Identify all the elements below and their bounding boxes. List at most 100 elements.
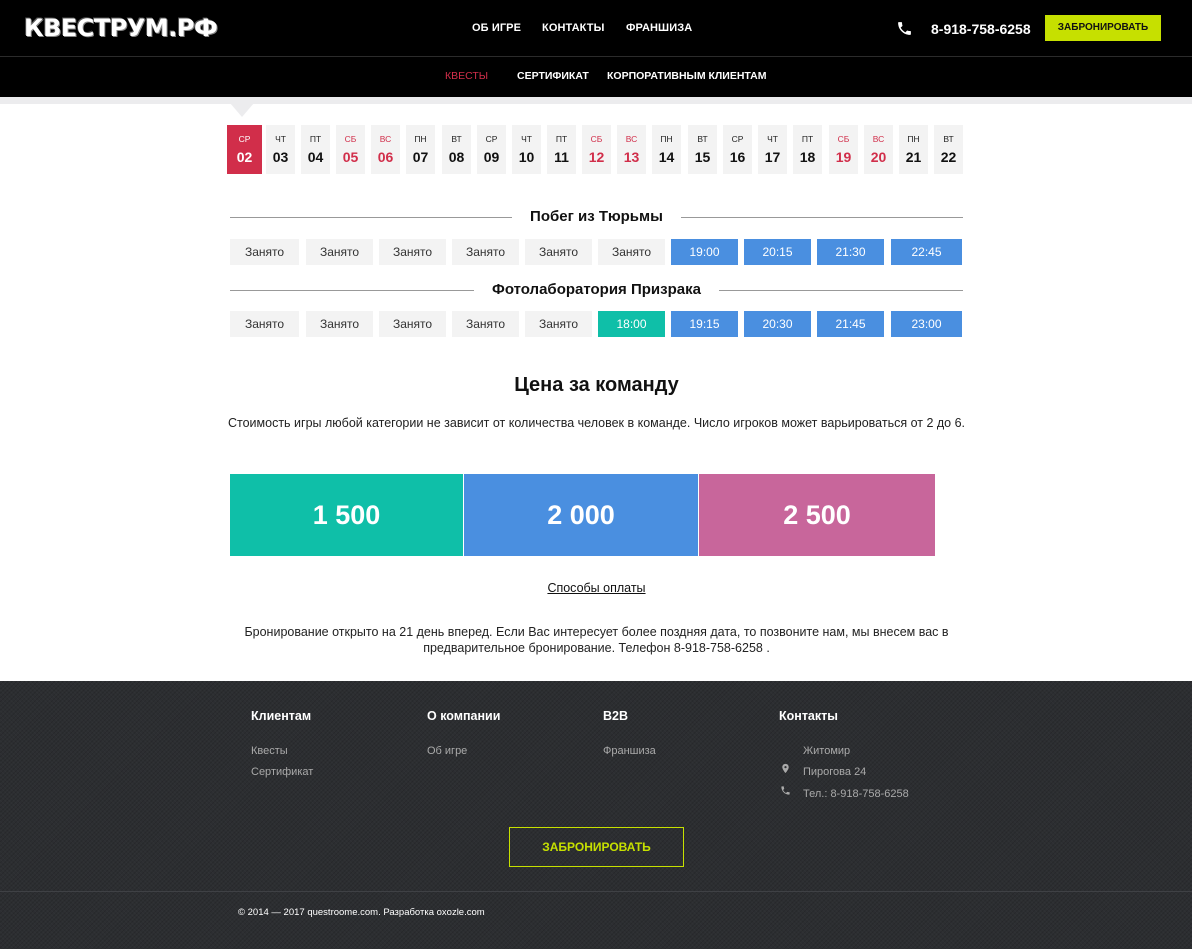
price-tier-2: 2 000	[464, 474, 698, 556]
calendar-weekday: сб	[344, 134, 357, 144]
price-heading: Цена за команду	[514, 374, 679, 396]
booked-slot: Занято	[598, 239, 665, 265]
calendar-date: 03	[272, 149, 289, 165]
calendar-day[interactable]: пн 07	[406, 125, 435, 174]
calendar-date: 20	[870, 149, 887, 165]
calendar-weekday: вс	[379, 134, 392, 144]
copyright: © 2014 — 2017 questroome.com. Разработка…	[238, 907, 485, 918]
calendar-date: 04	[307, 149, 324, 165]
booked-slot: Занято	[230, 239, 299, 265]
calendar-weekday: сб	[590, 134, 603, 144]
calendar-day[interactable]: ср 02	[227, 125, 262, 174]
header-phone[interactable]: 8-918-758-6258	[931, 19, 1031, 39]
calendar-day[interactable]: пт 04	[301, 125, 330, 174]
footer-heading-clients: Клиентам	[251, 709, 312, 723]
time-slot-button[interactable]: 19:15	[671, 311, 738, 337]
calendar-weekday: сб	[837, 134, 850, 144]
calendar-weekday: пн	[660, 134, 673, 144]
calendar-date: 19	[835, 149, 852, 165]
calendar-day[interactable]: ср 09	[477, 125, 506, 174]
calendar-date: 13	[623, 149, 640, 165]
calendar-date: 08	[448, 149, 465, 165]
subnav-quests[interactable]: Квесты	[445, 57, 488, 97]
calendar-day[interactable]: вс 13	[617, 125, 646, 174]
booked-slot: Занято	[306, 239, 373, 265]
calendar-date: 21	[905, 149, 922, 165]
booking-note: Бронирование открыто на 21 день вперед. …	[244, 625, 949, 655]
calendar-weekday: пт	[555, 134, 568, 144]
booked-slot: Занято	[379, 239, 446, 265]
footer-link-certificate[interactable]: Сертификат	[251, 765, 313, 779]
site-logo[interactable]: КВЕСТРУМ.РФ	[24, 13, 218, 43]
calendar-day[interactable]: сб 19	[829, 125, 858, 174]
location-pin-icon	[782, 763, 789, 774]
calendar-weekday: пн	[907, 134, 920, 144]
calendar-day[interactable]: чт 03	[266, 125, 295, 174]
calendar-date: 17	[764, 149, 781, 165]
nav-about-game[interactable]: Об игре	[472, 0, 521, 57]
time-slot-button[interactable]: 22:45	[891, 239, 962, 265]
booked-slot: Занято	[452, 239, 519, 265]
calendar-weekday: ср	[238, 134, 251, 144]
calendar-day[interactable]: чт 10	[512, 125, 541, 174]
time-slot-button[interactable]: 20:30	[744, 311, 811, 337]
booked-slot: Занято	[230, 311, 299, 337]
calendar-day[interactable]: вт 22	[934, 125, 963, 174]
header-book-button[interactable]: Забронировать	[1045, 15, 1161, 41]
top-header: КВЕСТРУМ.РФ Об игре Контакты Франшиза 8-…	[0, 0, 1192, 57]
time-slot-button[interactable]: 19:00	[671, 239, 738, 265]
calendar-day[interactable]: пн 14	[652, 125, 681, 174]
payment-methods-link[interactable]: Способы оплаты	[230, 580, 963, 596]
time-slot-button[interactable]: 23:00	[891, 311, 962, 337]
footer-phone[interactable]: Тел.: 8-918-758-6258	[803, 787, 909, 801]
calendar-day[interactable]: пт 11	[547, 125, 576, 174]
calendar-weekday: чт	[521, 134, 532, 144]
subnav-certificate[interactable]: Сертификат	[517, 57, 589, 97]
calendar-day[interactable]: вс 20	[864, 125, 893, 174]
calendar-day[interactable]: пн 21	[899, 125, 928, 174]
footer-link-franchise[interactable]: Франшиза	[603, 744, 656, 758]
calendar-date: 22	[940, 149, 957, 165]
footer-book-button[interactable]: Забронировать	[509, 827, 684, 867]
quest-title: Побег из Тюрьмы	[230, 207, 963, 227]
calendar-day[interactable]: вт 08	[442, 125, 471, 174]
calendar-weekday: вт	[943, 134, 954, 144]
calendar-day[interactable]: пт 18	[793, 125, 822, 174]
calendar-weekday: чт	[767, 134, 778, 144]
footer-heading-contacts: Контакты	[779, 709, 838, 723]
calendar-weekday: пт	[309, 134, 322, 144]
calendar-day[interactable]: сб 05	[336, 125, 365, 174]
quest-title-text: Побег из Тюрьмы	[512, 208, 681, 225]
footer-address: Пирогова 24	[803, 766, 867, 778]
calendar-date: 12	[588, 149, 605, 165]
phone-icon	[898, 22, 911, 35]
calendar-weekday: вс	[625, 134, 638, 144]
calendar-day[interactable]: чт 17	[758, 125, 787, 174]
calendar-weekday: чт	[275, 134, 286, 144]
footer-link-quests[interactable]: Квесты	[251, 744, 288, 758]
price-tier-1: 1 500	[230, 474, 463, 556]
calendar-date: 09	[483, 149, 500, 165]
calendar-date: 18	[799, 149, 816, 165]
subnav-corporate[interactable]: Корпоративным клиентам	[607, 57, 767, 97]
calendar-date: 07	[412, 149, 429, 165]
calendar-date: 02	[236, 149, 253, 165]
calendar-day[interactable]: вт 15	[688, 125, 717, 174]
calendar-weekday: вт	[451, 134, 462, 144]
calendar-weekday: ср	[731, 134, 744, 144]
footer-link-about[interactable]: Об игре	[427, 744, 467, 758]
calendar-date: 05	[342, 149, 359, 165]
time-slot-button[interactable]: 21:30	[817, 239, 884, 265]
nav-franchise[interactable]: Франшиза	[626, 0, 692, 57]
calendar-date: 15	[694, 149, 711, 165]
calendar-day[interactable]: вс 06	[371, 125, 400, 174]
time-slot-button[interactable]: 18:00	[598, 311, 665, 337]
nav-contacts[interactable]: Контакты	[542, 0, 604, 57]
price-tier-3: 2 500	[699, 474, 935, 556]
calendar-day[interactable]: сб 12	[582, 125, 611, 174]
time-slot-button[interactable]: 20:15	[744, 239, 811, 265]
booked-slot: Занято	[306, 311, 373, 337]
phone-icon	[781, 786, 790, 795]
time-slot-button[interactable]: 21:45	[817, 311, 884, 337]
calendar-day[interactable]: ср 16	[723, 125, 752, 174]
